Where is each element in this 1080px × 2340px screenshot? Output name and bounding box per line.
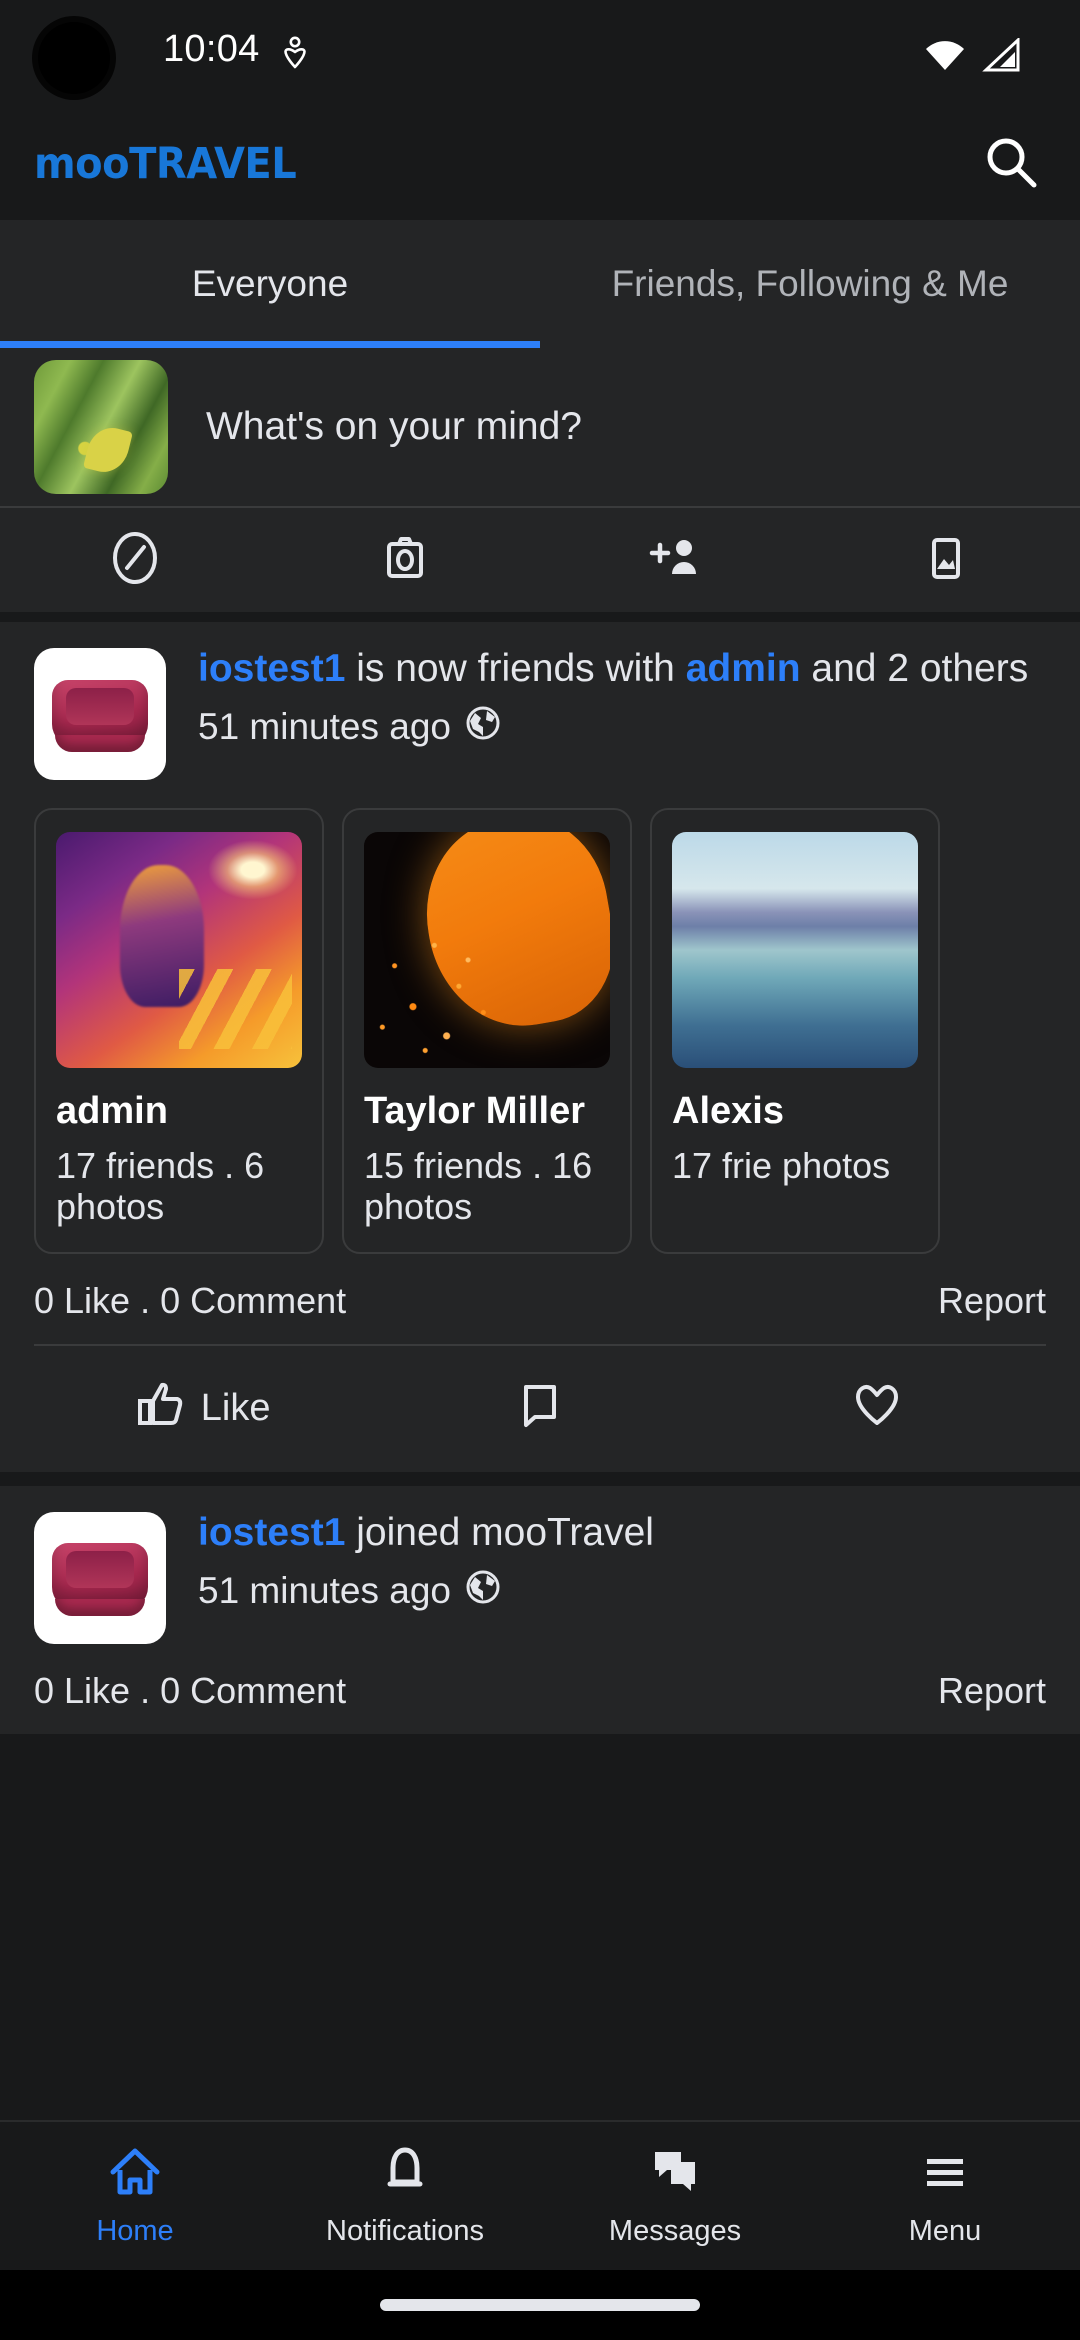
friend-card[interactable]: admin 17 friends . 6 photos xyxy=(34,808,324,1254)
heart-icon xyxy=(852,1379,902,1439)
feed-post-joined: iostest1 joined mooTravel 51 minutes ago… xyxy=(0,1485,1080,1734)
search-icon xyxy=(982,133,1040,196)
status-bar: 10:04 xyxy=(0,0,1080,108)
heart-button[interactable] xyxy=(709,1379,1046,1439)
comment-bubble-icon xyxy=(515,1379,565,1439)
post-reactions-row: Like xyxy=(34,1346,1046,1472)
status-indicators xyxy=(924,36,1022,77)
report-link[interactable]: Report xyxy=(938,1280,1046,1322)
take-photo-button[interactable] xyxy=(270,529,540,592)
friend-card-stats: 17 friends . 6 photos xyxy=(56,1145,265,1228)
report-link[interactable]: Report xyxy=(938,1670,1046,1712)
app-screen: 10:04 mooTRAVEL Everyone Friends, Follow… xyxy=(0,0,1080,2340)
tab-everyone[interactable]: Everyone xyxy=(0,263,540,305)
like-comment-count[interactable]: 0 Like . 0 Comment xyxy=(34,1280,346,1322)
post-story-text: iostest1 joined mooTravel xyxy=(198,1510,1046,1555)
add-person-icon xyxy=(644,529,706,592)
post-timestamp: 51 minutes ago xyxy=(198,706,452,748)
post-counts-row: 0 Like . 0 Comment Report xyxy=(34,1644,1046,1734)
hamburger-menu-icon xyxy=(917,2144,973,2205)
avatar[interactable] xyxy=(34,1511,166,1644)
avatar[interactable] xyxy=(34,360,168,494)
globe-icon xyxy=(465,705,501,750)
nav-item-menu[interactable]: Menu xyxy=(810,2122,1080,2270)
friend-card-stats: 15 friends . 16 photos xyxy=(364,1145,593,1228)
friend-card-stats: 17 frie photos xyxy=(672,1145,891,1186)
friend-card[interactable]: Alexis 17 frie photos xyxy=(650,808,940,1254)
post-counts-row: 0 Like . 0 Comment Report xyxy=(34,1254,1046,1344)
post-composer[interactable]: What's on your mind? xyxy=(0,348,1080,508)
post-timestamp: 51 minutes ago xyxy=(198,1570,452,1612)
post-header: iostest1 joined mooTravel 51 minutes ago xyxy=(34,1510,1046,1644)
logo-text-moo: moo xyxy=(34,139,130,189)
quick-actions-row xyxy=(0,508,1080,622)
post-separator xyxy=(0,1471,1080,1486)
post-meta: 51 minutes ago xyxy=(198,1569,1046,1614)
like-button[interactable]: Like xyxy=(34,1379,371,1439)
nav-label-home: Home xyxy=(96,2215,174,2247)
camera-punch-hole xyxy=(38,22,110,94)
nav-label-menu: Menu xyxy=(908,2215,982,2247)
image-icon xyxy=(916,529,974,592)
camera-icon xyxy=(376,529,434,592)
like-comment-count[interactable]: 0 Like . 0 Comment xyxy=(34,1670,346,1712)
globe-icon xyxy=(465,1569,501,1614)
messages-icon xyxy=(647,2144,703,2205)
post-text-mid: is now friends with xyxy=(345,647,686,690)
location-sharing-icon xyxy=(282,36,308,70)
bottom-navigation: Home Notifications Messages Menu xyxy=(0,2120,1080,2340)
home-icon xyxy=(107,2144,163,2205)
tab-friends-following-me[interactable]: Friends, Following & Me xyxy=(540,263,1080,305)
app-logo[interactable]: mooTRAVEL xyxy=(34,139,297,189)
search-button[interactable] xyxy=(978,131,1044,197)
nav-label-notifications: Notifications xyxy=(326,2215,484,2247)
friend-card-name[interactable]: Alexis xyxy=(672,1090,918,1133)
friend-card-image xyxy=(672,832,918,1068)
feed-post-friendship: iostest1 is now friends with admin and 2… xyxy=(0,622,1080,1472)
status-clock: 10:04 xyxy=(163,28,260,70)
post-target-link[interactable]: admin xyxy=(686,647,801,690)
cellular-signal-icon xyxy=(982,36,1022,77)
nav-item-notifications[interactable]: Notifications xyxy=(270,2122,540,2270)
nav-label-messages: Messages xyxy=(608,2215,742,2247)
post-header: iostest1 is now friends with admin and 2… xyxy=(34,647,1046,780)
home-indicator-area xyxy=(0,2270,1080,2340)
nav-item-messages[interactable]: Messages xyxy=(540,2122,810,2270)
post-text-end: and 2 others xyxy=(800,647,1029,690)
friend-card-name[interactable]: admin xyxy=(56,1090,302,1133)
wifi-full-icon xyxy=(924,38,966,77)
post-actor-link[interactable]: iostest1 xyxy=(198,1511,345,1554)
write-post-button[interactable] xyxy=(0,529,270,592)
add-friend-button[interactable] xyxy=(540,529,810,592)
bell-icon xyxy=(377,2144,433,2205)
feed-tabs: Everyone Friends, Following & Me xyxy=(0,220,1080,348)
add-photo-button[interactable] xyxy=(810,529,1080,592)
home-indicator[interactable] xyxy=(380,2299,700,2311)
post-story-text: iostest1 is now friends with admin and 2… xyxy=(198,647,1046,691)
thumbs-up-icon xyxy=(135,1379,185,1439)
tab-active-indicator xyxy=(0,341,540,348)
logo-text-travel: TRAVEL xyxy=(129,139,297,189)
friend-card-image xyxy=(364,832,610,1068)
like-label: Like xyxy=(200,1387,271,1430)
nav-item-home[interactable]: Home xyxy=(0,2122,270,2270)
avatar[interactable] xyxy=(34,648,166,780)
post-actor-link[interactable]: iostest1 xyxy=(198,647,345,690)
friend-card-name[interactable]: Taylor Miller xyxy=(364,1090,610,1133)
friend-cards-carousel[interactable]: admin 17 friends . 6 photos Taylor Mille… xyxy=(34,808,1046,1254)
post-meta: 51 minutes ago xyxy=(198,705,1046,750)
post-text-mid: joined mooTravel xyxy=(345,1510,654,1554)
app-header: mooTRAVEL xyxy=(0,108,1080,220)
comment-button[interactable] xyxy=(371,1379,708,1439)
composer-prompt[interactable]: What's on your mind? xyxy=(206,405,582,449)
edit-pencil-circle-icon xyxy=(106,529,164,592)
friend-card-image xyxy=(56,832,302,1068)
friend-card[interactable]: Taylor Miller 15 friends . 16 photos xyxy=(342,808,632,1254)
